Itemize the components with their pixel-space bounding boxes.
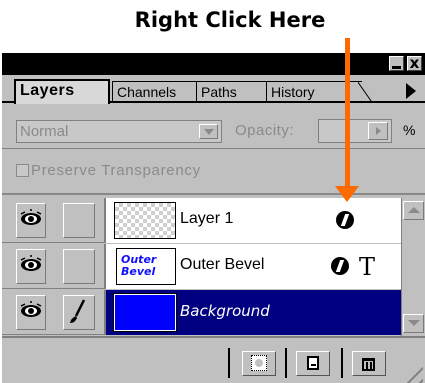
eye-icon [20, 255, 42, 271]
palette-title-bar[interactable]: x [2, 53, 425, 75]
outer-bevel-body[interactable]: Outer Bevel Outer Bevel T [106, 244, 401, 289]
paintbrush-toggle[interactable] [63, 295, 95, 330]
eye-icon [20, 209, 42, 225]
palette-footer [2, 336, 425, 383]
layer-1-body[interactable]: Layer 1 [106, 198, 401, 243]
blend-mode-select[interactable]: Normal [16, 120, 222, 143]
footer-divider [285, 348, 287, 378]
thumbnail-text: Outer Bevel [121, 253, 157, 278]
layer-options-row: Normal Opacity: % [2, 105, 425, 149]
link-toggle[interactable] [63, 203, 95, 238]
minimize-button[interactable] [389, 56, 404, 71]
menu-triangle-icon [406, 83, 416, 99]
layer-row-selected[interactable]: Background [2, 290, 401, 335]
visibility-toggle[interactable] [16, 295, 46, 330]
close-icon: x [409, 54, 420, 72]
visibility-toggle[interactable] [16, 249, 46, 284]
preserve-transparency-checkbox[interactable] [16, 164, 29, 177]
footer-divider [228, 348, 230, 378]
type-layer-icon[interactable]: T [359, 253, 375, 281]
paintbrush-icon [70, 299, 86, 323]
layer-name: Outer Bevel [180, 256, 265, 273]
layer-thumbnail: Outer Bevel [116, 248, 176, 285]
preserve-transparency-label[interactable]: Preserve Transparency [31, 162, 201, 179]
palette-tabs: Layers Channels Paths History [2, 75, 425, 104]
tab-paths[interactable]: Paths [196, 81, 266, 103]
layer-row[interactable]: Layer 1 [2, 198, 401, 243]
add-mask-button[interactable] [242, 351, 276, 376]
opacity-slider-arrow-icon[interactable] [368, 122, 388, 140]
footer-divider [341, 348, 343, 378]
layer-row[interactable]: Outer Bevel Outer Bevel T [2, 244, 401, 289]
opacity-label: Opacity: [235, 122, 295, 139]
new-layer-button[interactable] [296, 351, 330, 376]
close-button[interactable]: x [407, 54, 422, 72]
add-mask-icon [251, 355, 267, 371]
fx-icon[interactable] [331, 257, 349, 275]
annotation-arrow-line [345, 38, 350, 190]
layers-scrollbar[interactable] [401, 198, 425, 336]
layer-name: Background [180, 302, 270, 320]
tab-edge-decoration [358, 81, 374, 103]
link-toggle[interactable] [63, 249, 95, 284]
chevron-down-icon[interactable] [199, 124, 218, 139]
annotation-caption: Right Click Here [134, 8, 326, 32]
resize-grip-icon[interactable] [401, 364, 423, 383]
palette-menu-button[interactable] [399, 80, 423, 101]
annotation-arrow-head-icon [335, 186, 359, 202]
layers-palette: x Layers Channels Paths History Normal O… [2, 52, 425, 383]
eye-icon [20, 301, 42, 317]
scroll-up-icon[interactable] [403, 201, 424, 220]
trash-icon [362, 358, 375, 371]
delete-layer-button[interactable] [352, 351, 386, 376]
blend-mode-value: Normal [20, 123, 69, 140]
opacity-input[interactable] [318, 119, 392, 143]
preserve-transparency-row: Preserve Transparency [2, 149, 425, 195]
tab-channels[interactable]: Channels [112, 81, 196, 103]
fx-icon[interactable] [336, 211, 354, 229]
background-body[interactable]: Background [106, 290, 401, 335]
layer-thumbnail [114, 202, 176, 239]
percent-label: % [403, 122, 416, 138]
tab-layers[interactable]: Layers [14, 79, 110, 104]
layer-thumbnail [113, 293, 177, 332]
scroll-down-icon[interactable] [403, 314, 424, 333]
layer-name: Layer 1 [180, 210, 234, 227]
visibility-toggle[interactable] [16, 203, 46, 238]
new-layer-icon [307, 356, 319, 370]
